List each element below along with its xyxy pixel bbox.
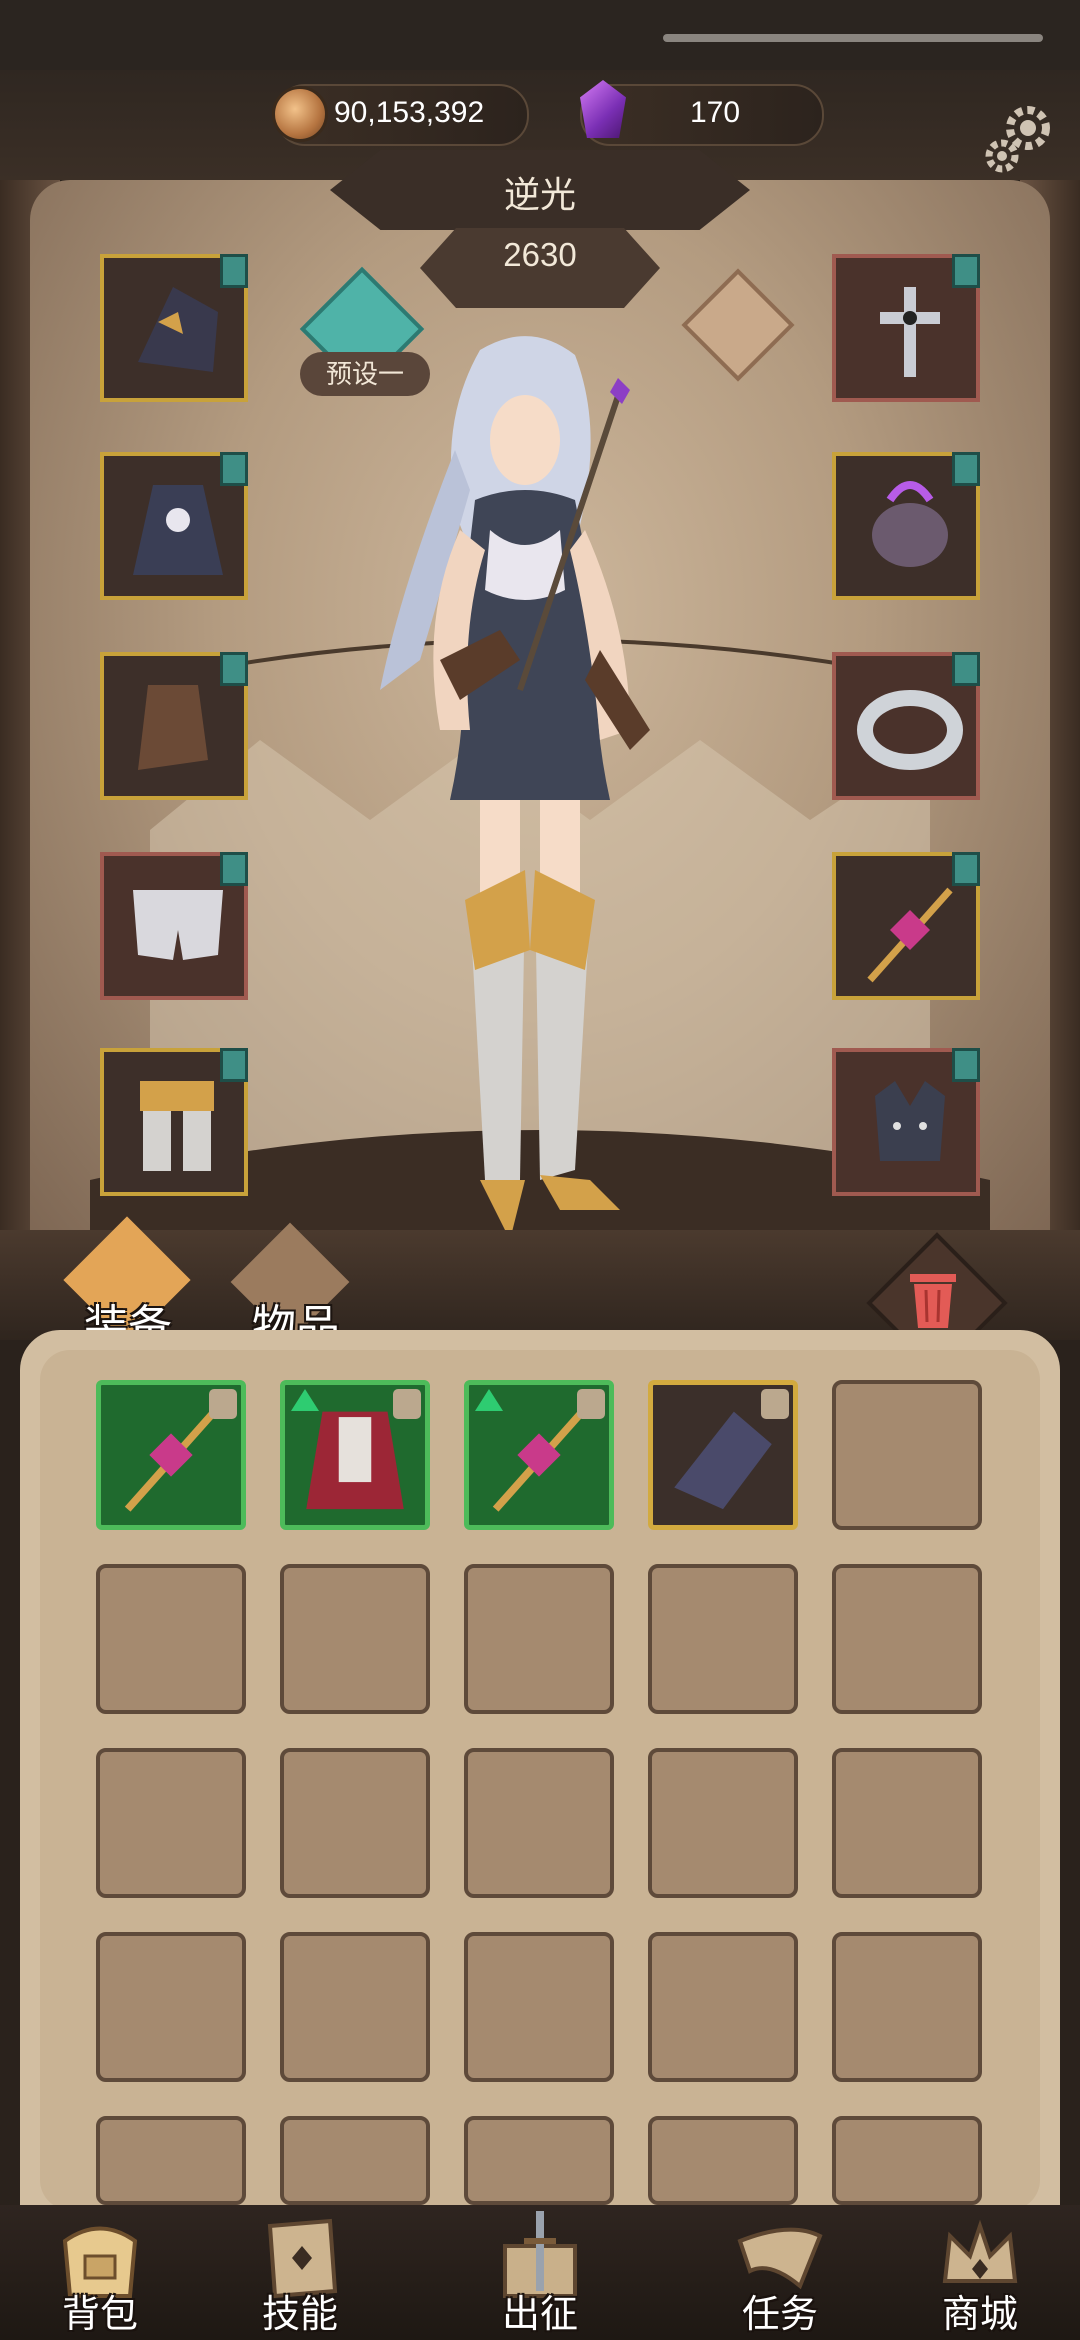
inventory-empty-slot[interactable] (280, 1932, 430, 2082)
upgrade-arrow-icon (291, 1389, 319, 1411)
inventory-item[interactable] (648, 1380, 798, 1530)
inventory-empty-slot[interactable] (280, 1748, 430, 1898)
lock-icon[interactable] (577, 1389, 605, 1419)
settings-gear-icon[interactable] (978, 98, 1058, 178)
inventory-item[interactable] (280, 1380, 430, 1530)
coin-amount: 90,153,392 (334, 96, 485, 129)
slot-marker-icon (220, 852, 248, 886)
slot-marker-icon (220, 254, 248, 288)
golden-greaves-icon (140, 1081, 214, 1171)
silver-ring-icon (857, 690, 963, 770)
slot-marker-icon (220, 652, 248, 686)
nav-skills-label: 技能 (261, 2294, 338, 2336)
lock-icon[interactable] (393, 1389, 421, 1419)
nav-skills[interactable]: 技能 (200, 2205, 400, 2340)
upgrade-arrow-icon (475, 1389, 503, 1411)
inventory-empty-slot[interactable] (96, 1932, 246, 2082)
coin-icon (272, 86, 328, 142)
nav-shop-label: 商城 (941, 2294, 1018, 2336)
inventory-empty-slot[interactable] (96, 1748, 246, 1898)
inventory-empty-slot[interactable] (648, 1748, 798, 1898)
nav-backpack[interactable]: 背包 (0, 2205, 200, 2340)
inventory-empty-slot[interactable] (832, 1932, 982, 2082)
nav-quests[interactable]: 任务 (680, 2205, 880, 2340)
nav-expedition-label: 出征 (501, 2294, 578, 2336)
inventory-item[interactable] (464, 1380, 614, 1530)
equip-slot-necklace[interactable] (832, 254, 980, 402)
equip-slot-pants[interactable] (100, 852, 248, 1000)
lock-icon[interactable] (209, 1389, 237, 1419)
wolf-head-icon (875, 1081, 945, 1161)
equip-slot-helmet[interactable] (100, 254, 248, 402)
horned-hood-icon (138, 287, 218, 372)
crystal-staff-icon (867, 887, 953, 983)
inventory-empty-slot[interactable] (832, 2116, 982, 2205)
inventory-empty-slot[interactable] (648, 2116, 798, 2205)
slot-marker-icon (220, 1048, 248, 1082)
white-bloomers-icon (133, 890, 223, 960)
inventory-empty-slot[interactable] (280, 2116, 430, 2205)
equip-slot-ring[interactable] (832, 652, 980, 800)
character-portrait (380, 336, 650, 1240)
character-name: 逆光 (503, 174, 576, 215)
equip-slot-weapon[interactable] (832, 852, 980, 1000)
inventory-empty-slot[interactable] (464, 1564, 614, 1714)
equip-slot-pauldron[interactable] (832, 452, 980, 600)
inventory-empty-slot[interactable] (648, 1932, 798, 2082)
inventory-empty-slot[interactable] (464, 1748, 614, 1898)
leather-gauntlet-icon (138, 685, 208, 770)
slot-marker-icon (952, 452, 980, 486)
inventory-empty-slot[interactable] (464, 1932, 614, 2082)
slot-marker-icon (952, 652, 980, 686)
equip-slot-armor[interactable] (100, 452, 248, 600)
dark-dress-armor-icon (133, 485, 223, 575)
inventory-empty-slot[interactable] (832, 1564, 982, 1714)
slot-marker-icon (952, 1048, 980, 1082)
lock-icon[interactable] (761, 1389, 789, 1419)
equip-slot-gloves[interactable] (100, 652, 248, 800)
inventory-empty-slot[interactable] (832, 1380, 982, 1530)
nav-shop[interactable]: 商城 (880, 2205, 1080, 2340)
slot-marker-icon (952, 852, 980, 886)
equip-slot-companion[interactable] (832, 1048, 980, 1196)
inventory-empty-slot[interactable] (648, 1564, 798, 1714)
slot-marker-icon (220, 452, 248, 486)
inventory-empty-slot[interactable] (96, 1564, 246, 1714)
gem-amount: 170 (690, 96, 741, 129)
purple-flame-skull-icon (872, 481, 948, 567)
nav-expedition[interactable]: 出征 (440, 2205, 640, 2340)
slot-marker-icon (952, 254, 980, 288)
cross-pendant-icon (880, 287, 940, 377)
inventory-empty-slot[interactable] (464, 2116, 614, 2205)
nav-backpack-label: 背包 (61, 2294, 138, 2336)
nav-quests-label: 任务 (741, 2294, 818, 2336)
inventory-empty-slot[interactable] (280, 1564, 430, 1714)
inventory-item[interactable] (96, 1380, 246, 1530)
inventory-empty-slot[interactable] (832, 1748, 982, 1898)
equip-slot-boots[interactable] (100, 1048, 248, 1196)
trash-icon[interactable] (908, 1270, 958, 1330)
inventory-empty-slot[interactable] (96, 2116, 246, 2205)
character-power: 2630 (503, 236, 577, 273)
system-gesture-bar (663, 34, 1043, 42)
